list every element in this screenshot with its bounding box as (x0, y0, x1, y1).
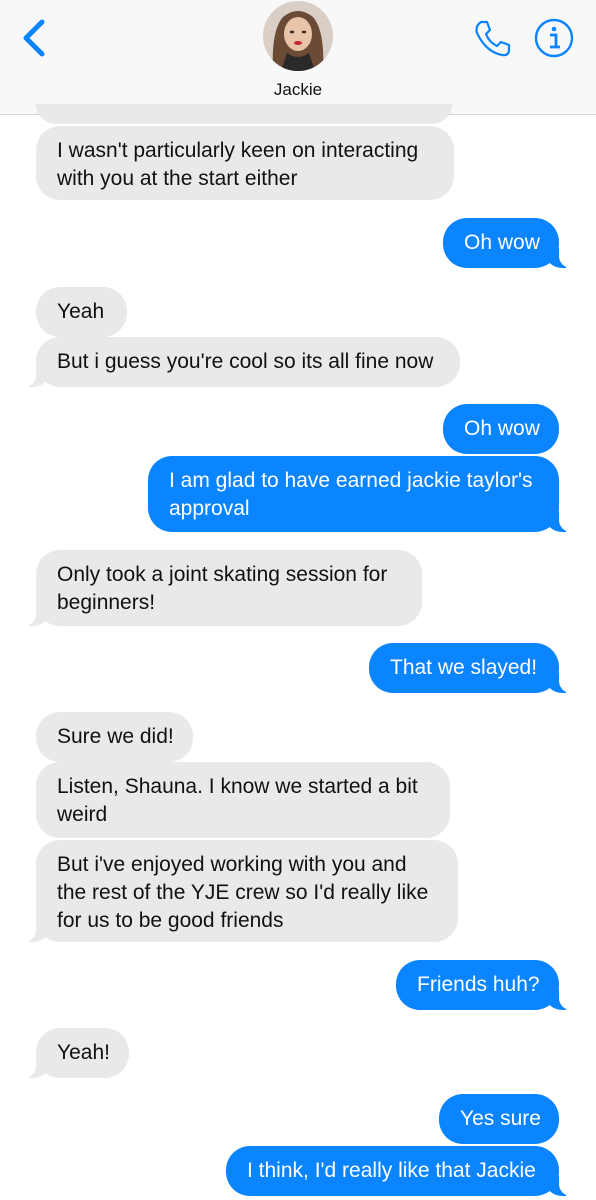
message-incoming[interactable]: I wasn't particularly keen on interactin… (36, 126, 454, 200)
message-incoming[interactable]: But i guess you're cool so its all fine … (16, 337, 460, 387)
message-line: Sure we did! (57, 725, 174, 748)
message-line: I wasn't particularly keen on interactin… (57, 139, 419, 162)
message-line: Friends huh? (417, 973, 540, 996)
message-line: That we slayed! (390, 656, 538, 679)
message-outgoing[interactable]: Friends huh? (396, 960, 579, 1010)
message-outgoing[interactable]: I think, I'd really like that Jackie (226, 1146, 579, 1196)
message-line: Listen, Shauna. I know we started a bit (57, 775, 418, 798)
message-line: I am glad to have earned jackie taylor's (169, 469, 533, 492)
message-incoming[interactable]: Yeah (36, 287, 127, 337)
chevron-left-icon[interactable] (18, 18, 52, 58)
message-line: the rest of the YJE crew so I'd really l… (57, 881, 429, 904)
message-line: Oh wow (464, 417, 540, 440)
message-line: weird (57, 803, 108, 826)
message-line: Yes sure (460, 1107, 541, 1130)
message-incoming[interactable]: Listen, Shauna. I know we started a bit … (36, 762, 450, 838)
conversation-header: Jackie (0, 0, 596, 115)
phone-icon[interactable] (472, 18, 512, 58)
contact-name[interactable]: Jackie (0, 80, 596, 100)
message-outgoing[interactable]: Oh wow (443, 404, 559, 454)
info-icon[interactable] (532, 16, 576, 60)
message-line: for us to be good friends (57, 909, 284, 932)
message-line: Yeah (57, 300, 105, 323)
partial-message-bubble (36, 104, 452, 124)
message-incoming[interactable]: Yeah! (16, 1028, 129, 1078)
message-line: beginners! (57, 591, 156, 614)
message-line: Oh wow (464, 231, 540, 254)
message-line: Yeah! (57, 1041, 110, 1064)
message-incoming[interactable]: But i've enjoyed working with you and th… (16, 840, 458, 942)
message-outgoing[interactable]: That we slayed! (369, 643, 579, 693)
message-incoming[interactable]: Only took a joint skating session for be… (16, 550, 422, 626)
message-outgoing[interactable]: I am glad to have earned jackie taylor's… (148, 456, 579, 532)
message-line: But i've enjoyed working with you and (57, 853, 407, 876)
message-line: I think, I'd really like that Jackie (247, 1159, 536, 1182)
message-outgoing[interactable]: Oh wow (443, 218, 579, 268)
message-line: with you at the start either (57, 167, 298, 190)
contact-avatar[interactable] (263, 1, 333, 71)
message-incoming[interactable]: Sure we did! (36, 712, 193, 762)
message-line: Only took a joint skating session for (57, 563, 388, 586)
message-line: approval (169, 497, 250, 520)
message-outgoing[interactable]: Yes sure (439, 1094, 559, 1144)
message-line: But i guess you're cool so its all fine … (57, 350, 434, 373)
